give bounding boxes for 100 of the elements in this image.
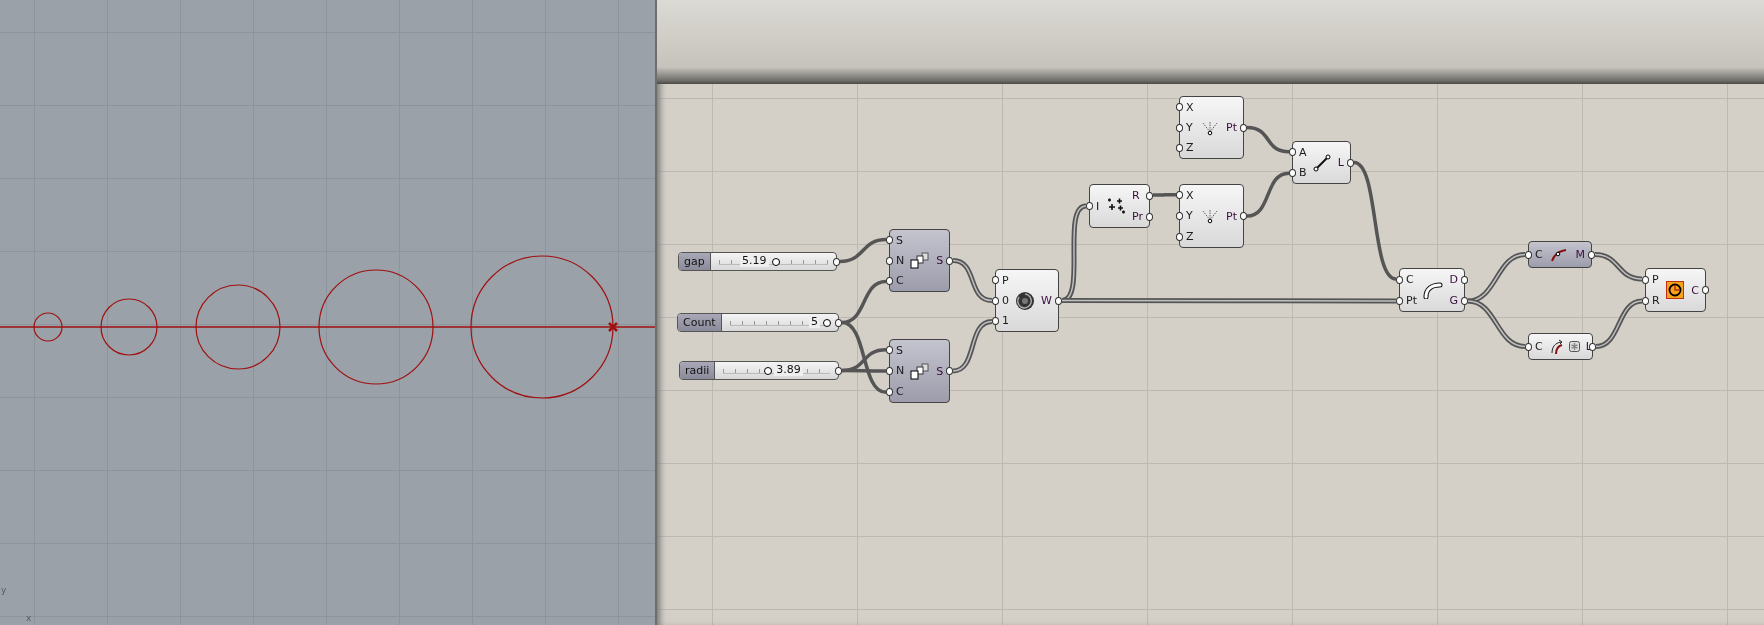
line-segment-icon bbox=[1313, 153, 1332, 172]
input-port[interactable] bbox=[1086, 202, 1093, 210]
input-port[interactable] bbox=[886, 256, 893, 265]
output-port[interactable] bbox=[835, 366, 842, 375]
input-label: X bbox=[1186, 100, 1194, 114]
slider-value: 5 bbox=[809, 315, 820, 328]
number-slider[interactable]: gap 5.19 bbox=[678, 252, 837, 271]
output-label: S bbox=[936, 364, 944, 378]
output-port[interactable] bbox=[1146, 212, 1153, 221]
input-label: N bbox=[896, 254, 905, 267]
wire bbox=[1246, 171, 1290, 218]
slider-thumb[interactable] bbox=[823, 318, 831, 327]
input-port[interactable] bbox=[1176, 212, 1183, 220]
axis-label: x bbox=[26, 613, 32, 623]
component-node[interactable]: P 0 1 W bbox=[995, 269, 1059, 332]
wire bbox=[839, 237, 887, 264]
swirl-icon bbox=[1015, 290, 1036, 311]
input-label: P bbox=[1002, 273, 1009, 287]
input-port[interactable] bbox=[1396, 275, 1403, 284]
input-label: A bbox=[1299, 145, 1307, 159]
asterisk-box-icon bbox=[1568, 341, 1580, 352]
input-port[interactable] bbox=[1642, 296, 1649, 305]
input-port[interactable] bbox=[886, 346, 893, 355]
input-port[interactable] bbox=[1176, 191, 1183, 200]
input-port[interactable] bbox=[886, 236, 893, 245]
wire bbox=[952, 319, 993, 374]
input-label: 1 bbox=[1002, 314, 1009, 328]
output-label: Pr bbox=[1132, 210, 1143, 223]
component-node[interactable]: S N C S bbox=[889, 229, 950, 292]
circle-curve bbox=[100, 298, 158, 356]
output-port[interactable] bbox=[1461, 296, 1468, 305]
input-label: C bbox=[1535, 340, 1543, 353]
input-port[interactable] bbox=[992, 296, 999, 305]
output-label: R bbox=[1132, 189, 1141, 202]
output-port[interactable] bbox=[1702, 286, 1709, 294]
output-port[interactable] bbox=[1347, 158, 1354, 167]
input-port[interactable] bbox=[1289, 148, 1296, 157]
output-label: M bbox=[1575, 248, 1585, 261]
input-label: Y bbox=[1186, 121, 1194, 134]
wire bbox=[1153, 192, 1176, 197]
component-node[interactable]: S N C S bbox=[889, 339, 950, 403]
arc-arrow-icon bbox=[1548, 338, 1565, 355]
output-port[interactable] bbox=[1461, 275, 1468, 284]
output-port[interactable] bbox=[1055, 296, 1062, 305]
output-port[interactable] bbox=[946, 256, 953, 265]
number-slider[interactable]: Count 5 bbox=[677, 313, 839, 332]
output-label: D bbox=[1449, 273, 1458, 286]
component-node[interactable]: X Y Z Pt bbox=[1179, 184, 1244, 248]
input-port[interactable] bbox=[1396, 296, 1403, 305]
input-label: S bbox=[896, 343, 904, 357]
input-port[interactable] bbox=[1289, 168, 1296, 177]
input-port[interactable] bbox=[1176, 143, 1183, 152]
input-port[interactable] bbox=[1642, 275, 1649, 284]
output-label: C bbox=[1691, 283, 1699, 297]
output-port[interactable] bbox=[946, 367, 953, 375]
output-label: S bbox=[936, 254, 944, 267]
number-slider[interactable]: radii 3.89 bbox=[679, 361, 839, 380]
component-node[interactable]: C Pt D G bbox=[1399, 268, 1465, 312]
slider-label: Count bbox=[678, 314, 722, 331]
input-label: X bbox=[1186, 188, 1194, 202]
input-port[interactable] bbox=[992, 276, 999, 285]
output-label: Pt bbox=[1226, 209, 1237, 223]
component-node[interactable]: C M bbox=[1528, 241, 1592, 268]
output-label: Pt bbox=[1226, 121, 1237, 134]
input-port[interactable] bbox=[886, 367, 893, 375]
output-port[interactable] bbox=[833, 257, 840, 266]
output-port[interactable] bbox=[1240, 212, 1247, 220]
output-label: W bbox=[1041, 294, 1052, 307]
component-node[interactable]: A B L bbox=[1292, 141, 1351, 184]
slider-label: gap bbox=[679, 253, 711, 270]
output-port[interactable] bbox=[1240, 123, 1247, 132]
input-port[interactable] bbox=[1525, 250, 1532, 259]
slider-thumb[interactable] bbox=[764, 366, 773, 375]
circle-curve bbox=[33, 312, 63, 342]
input-port[interactable] bbox=[1176, 232, 1183, 241]
input-port[interactable] bbox=[1525, 342, 1532, 351]
input-port[interactable] bbox=[886, 276, 893, 285]
component-node[interactable]: P R C bbox=[1645, 268, 1706, 312]
input-port[interactable] bbox=[992, 316, 999, 325]
output-label: G bbox=[1449, 294, 1458, 307]
output-port[interactable] bbox=[835, 318, 842, 327]
input-label: Z bbox=[1186, 141, 1194, 155]
x-mark-icon bbox=[607, 321, 619, 333]
component-node[interactable]: X Y Z Pt bbox=[1179, 96, 1244, 159]
input-label: R bbox=[1652, 294, 1660, 307]
slider-thumb[interactable] bbox=[771, 257, 780, 266]
output-port[interactable] bbox=[1146, 191, 1153, 200]
axis-label: y bbox=[1, 585, 7, 595]
output-port[interactable] bbox=[1588, 250, 1595, 259]
input-label: Y bbox=[1186, 209, 1194, 223]
input-label: N bbox=[896, 364, 905, 378]
output-port[interactable] bbox=[1589, 342, 1596, 351]
arc-point-icon bbox=[1550, 247, 1569, 262]
input-port[interactable] bbox=[886, 387, 893, 396]
input-port[interactable] bbox=[1176, 123, 1183, 132]
input-port[interactable] bbox=[1176, 103, 1183, 112]
wire bbox=[1467, 252, 1526, 304]
clock-icon bbox=[1666, 281, 1685, 299]
component-node[interactable]: I R Pr bbox=[1089, 184, 1150, 228]
wire bbox=[1467, 298, 1526, 349]
